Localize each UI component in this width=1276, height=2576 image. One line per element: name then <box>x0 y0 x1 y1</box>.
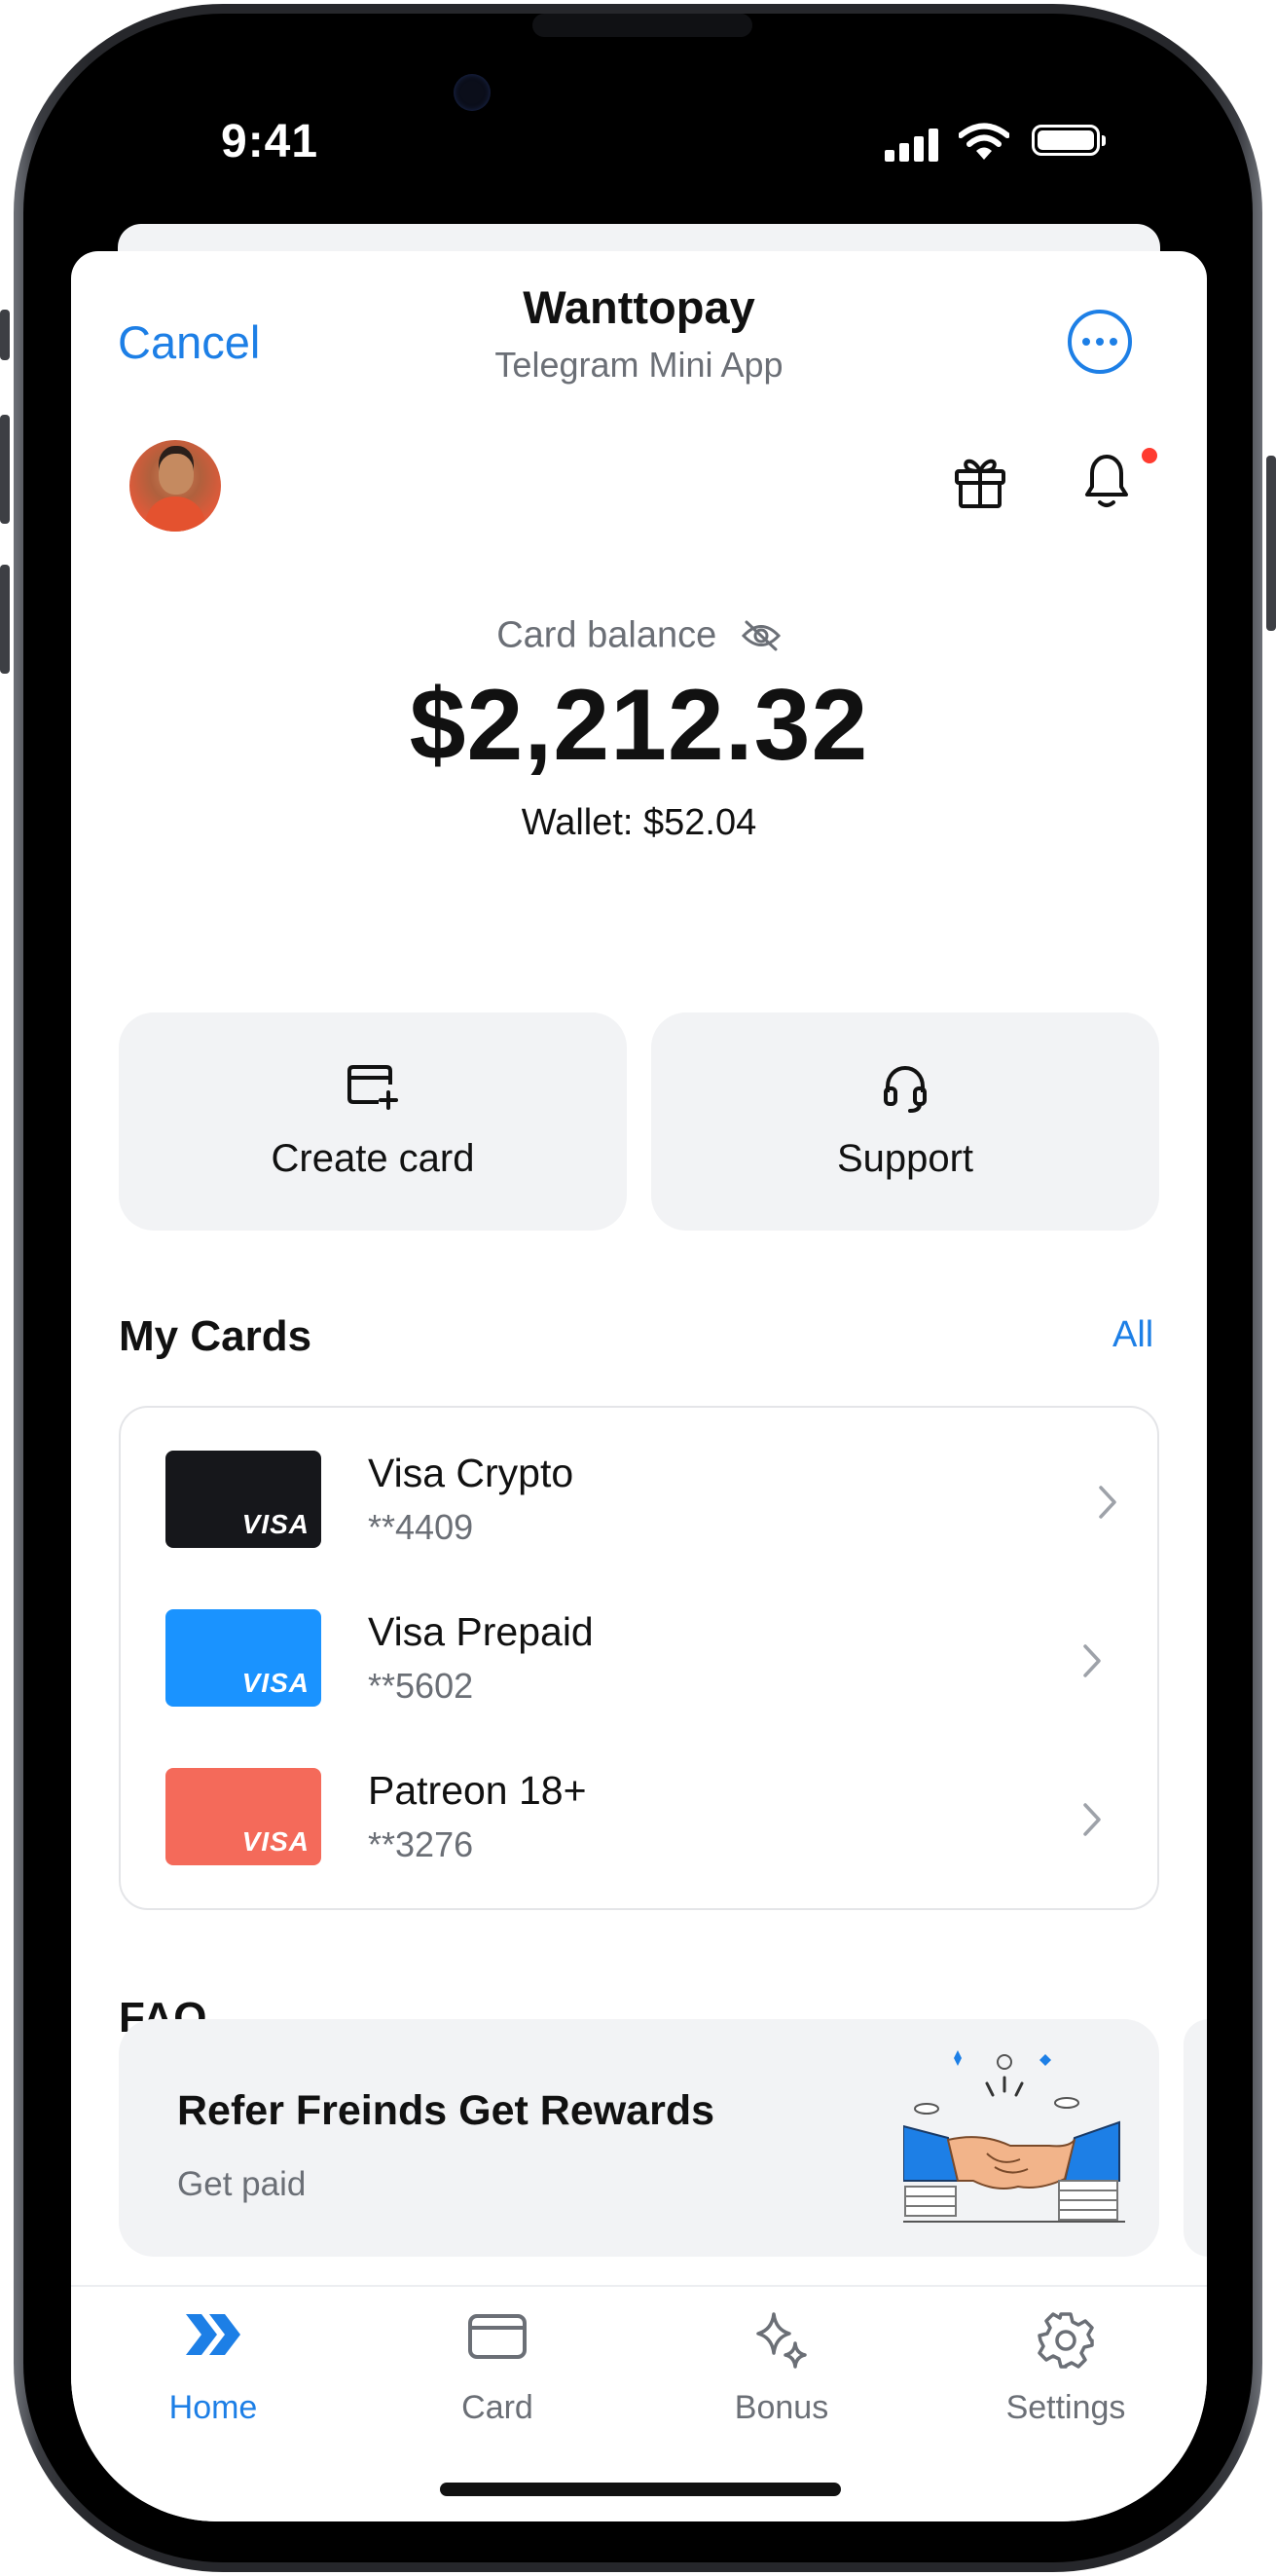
create-card-label: Create card <box>271 1137 475 1180</box>
more-dot-icon <box>1082 338 1090 346</box>
double-chevron-icon <box>186 2314 240 2355</box>
notification-bell-icon[interactable] <box>1077 450 1136 512</box>
tab-home[interactable]: Home <box>71 2287 355 2426</box>
volume-up-button <box>0 415 10 524</box>
card-name: Visa Crypto <box>368 1451 574 1495</box>
card-thumbnail: VISA <box>165 1451 321 1548</box>
cards-list: VISA Visa Crypto **4409 VISA Visa Prepai… <box>119 1406 1159 1910</box>
create-card-button[interactable]: Create card <box>119 1012 627 1231</box>
notification-badge <box>1142 448 1157 463</box>
phone-screen: 9:41 Cancel Wanttopay Telegram Mini App <box>71 60 1207 2521</box>
card-list-item[interactable]: VISA Patreon 18+ **3276 <box>121 1768 1157 1904</box>
app-subtitle: Telegram Mini App <box>494 345 784 385</box>
faq-card-title: Refer Freinds Get Rewards <box>177 2087 715 2134</box>
battery-icon <box>1032 125 1106 156</box>
cellular-signal-icon <box>885 129 938 162</box>
more-options-button[interactable] <box>1068 310 1132 374</box>
chevron-right-icon <box>1083 1803 1101 1836</box>
support-button[interactable]: Support <box>651 1012 1159 1231</box>
faq-card[interactable]: Refer Freinds Get Rewards Get paid <box>119 2019 1159 2257</box>
tab-bonus[interactable]: Bonus <box>639 2287 924 2426</box>
card-list-item[interactable]: VISA Visa Crypto **4409 <box>121 1451 1157 1587</box>
headset-icon <box>884 1065 927 1113</box>
front-camera <box>454 74 491 111</box>
power-button <box>1266 456 1276 631</box>
tab-settings[interactable]: Settings <box>924 2287 1207 2426</box>
chevron-right-icon <box>1083 1644 1101 1677</box>
more-dot-icon <box>1096 338 1104 346</box>
all-cards-link[interactable]: All <box>1112 1314 1153 1356</box>
card-balance-label: Card balance <box>71 613 1207 656</box>
card-number: **3276 <box>368 1824 474 1864</box>
card-number: **4409 <box>368 1507 474 1547</box>
mini-app-sheet: Cancel Wanttopay Telegram Mini App Card … <box>71 251 1207 2521</box>
home-indicator[interactable] <box>440 2483 841 2496</box>
more-dot-icon <box>1110 338 1117 346</box>
gear-icon <box>1038 2312 1094 2369</box>
app-title: Wanttopay <box>523 281 755 333</box>
avatar[interactable] <box>129 440 221 532</box>
visa-logo: VISA <box>241 1668 310 1698</box>
tab-card-label: Card <box>461 2389 533 2426</box>
card-name: Patreon 18+ <box>368 1768 587 1813</box>
card-thumbnail: VISA <box>165 1609 321 1707</box>
earpiece-speaker <box>532 14 752 37</box>
wifi-icon <box>959 123 1009 160</box>
card-name: Visa Prepaid <box>368 1609 594 1654</box>
card-balance-amount: $2,212.32 <box>409 669 869 782</box>
card-number: **5602 <box>368 1666 474 1706</box>
card-plus-icon <box>347 1065 398 1110</box>
card-list-item[interactable]: VISA Visa Prepaid **5602 <box>121 1609 1157 1746</box>
faq-card-subtitle: Get paid <box>177 2165 307 2203</box>
visa-logo: VISA <box>241 1826 310 1857</box>
support-label: Support <box>836 1137 974 1180</box>
status-time: 9:41 <box>221 116 319 167</box>
tab-home-label: Home <box>168 2389 258 2426</box>
tab-settings-label: Settings <box>1005 2389 1126 2426</box>
faq-next-card-peek[interactable] <box>1184 2019 1207 2257</box>
tab-card[interactable]: Card <box>355 2287 639 2426</box>
status-bar: 9:41 <box>71 60 1207 226</box>
sparkles-icon <box>756 2312 807 2369</box>
my-cards-title: My Cards <box>119 1312 312 1360</box>
card-balance-text: Card balance <box>496 614 717 656</box>
action-button <box>0 310 10 360</box>
volume-down-button <box>0 565 10 674</box>
handshake-illustration <box>903 2050 1125 2223</box>
gift-icon[interactable] <box>951 452 1009 510</box>
visa-logo: VISA <box>241 1509 310 1539</box>
tab-bonus-label: Bonus <box>734 2389 829 2426</box>
chevron-right-icon <box>1099 1486 1116 1519</box>
card-icon <box>468 2314 527 2359</box>
hide-balance-icon[interactable] <box>741 619 782 652</box>
wallet-balance: Wallet: $52.04 <box>521 802 757 843</box>
card-thumbnail: VISA <box>165 1768 321 1865</box>
